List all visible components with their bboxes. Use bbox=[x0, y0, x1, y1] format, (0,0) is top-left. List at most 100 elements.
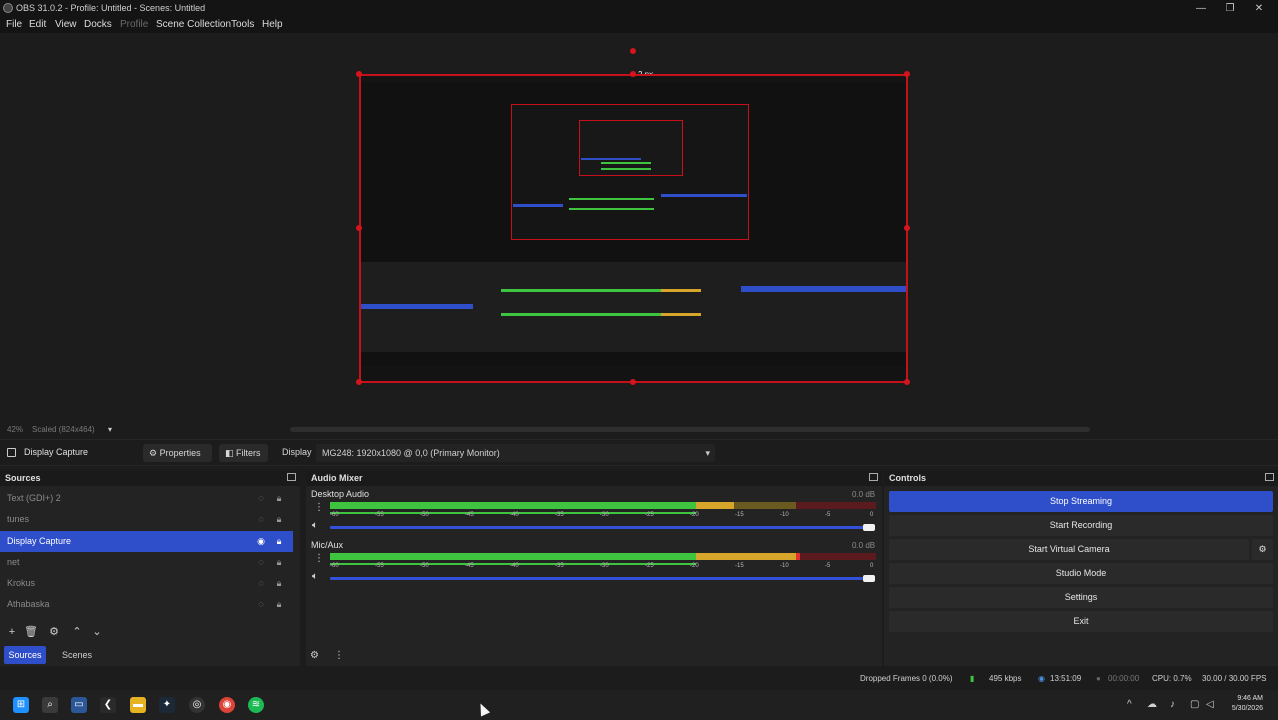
studio-mode-button[interactable]: Studio Mode bbox=[889, 563, 1273, 584]
meter-scale-tick: -20 bbox=[690, 563, 699, 569]
speaker-icon[interactable]: 🔈︎ bbox=[312, 520, 318, 531]
resize-handle-tr[interactable] bbox=[904, 71, 910, 77]
lock-icon[interactable]: 🔒︎ bbox=[274, 599, 284, 609]
popout-icon[interactable] bbox=[287, 473, 296, 481]
menu-profile[interactable]: Profile bbox=[120, 19, 148, 30]
mic-aux-volume-knob[interactable] bbox=[863, 575, 875, 582]
exit-button[interactable]: Exit bbox=[889, 611, 1273, 632]
trash-icon[interactable]: 🗑︎ bbox=[24, 625, 38, 639]
gear-icon[interactable]: ⚙ bbox=[47, 625, 61, 639]
start-virtual-camera-button[interactable]: Start Virtual Camera bbox=[889, 539, 1249, 560]
lock-icon[interactable]: 🔒︎ bbox=[274, 536, 284, 546]
lock-icon[interactable]: 🔒︎ bbox=[274, 493, 284, 503]
meter-scale-tick: -25 bbox=[645, 563, 654, 569]
move-up-icon[interactable]: ⌃ bbox=[70, 625, 84, 639]
tab-sources[interactable]: Sources bbox=[4, 646, 46, 664]
gear-icon[interactable]: ⚙ bbox=[310, 650, 319, 661]
steam-icon[interactable]: ✦ bbox=[159, 697, 175, 713]
meter-scale-tick: -55 bbox=[375, 563, 384, 569]
menu-edit[interactable]: Edit bbox=[29, 19, 46, 30]
stop-streaming-button[interactable]: Stop Streaming bbox=[889, 491, 1273, 512]
properties-button[interactable]: ⚙ Properties bbox=[143, 444, 212, 462]
kebab-menu-icon[interactable]: ⋮ bbox=[314, 502, 324, 513]
volume-icon[interactable]: ◁ bbox=[1206, 699, 1214, 710]
sources-title: Sources bbox=[5, 473, 41, 483]
meter-scale-tick: -15 bbox=[735, 563, 744, 569]
scale-label: Scaled (824x464) bbox=[32, 425, 95, 434]
search-icon[interactable]: ⌕ bbox=[42, 697, 58, 713]
menu-scene-collection[interactable]: Scene Collection bbox=[156, 19, 231, 30]
eye-hidden-icon[interactable]: ◌ bbox=[256, 514, 266, 524]
clock-date: 5/30/2026 bbox=[1231, 705, 1263, 712]
app-icon[interactable]: ❮ bbox=[100, 697, 116, 713]
resize-handle-l[interactable] bbox=[356, 225, 362, 231]
resize-handle-bl[interactable] bbox=[356, 379, 362, 385]
meter-scale-tick: -50 bbox=[420, 512, 429, 518]
source-item-krokus[interactable]: Krokus ◌ 🔒︎ bbox=[0, 573, 293, 594]
meter-scale-tick: -10 bbox=[780, 563, 789, 569]
eye-hidden-icon[interactable]: ◌ bbox=[256, 578, 266, 588]
source-item-tunes[interactable]: tunes ◌ 🔒︎ bbox=[0, 509, 293, 530]
resize-handle-r[interactable] bbox=[904, 225, 910, 231]
menu-view[interactable]: View bbox=[55, 19, 77, 30]
popout-icon[interactable] bbox=[869, 473, 878, 481]
display-select[interactable]: MG248: 1920x1080 @ 0,0 (Primary Monitor)… bbox=[316, 444, 715, 462]
desktop-audio-volume-slider[interactable] bbox=[330, 526, 870, 529]
source-item-text-gdi[interactable]: Text (GDI+) 2 ◌ 🔒︎ bbox=[0, 488, 293, 509]
meter-scale-tick: -35 bbox=[555, 512, 564, 518]
lock-icon[interactable]: 🔒︎ bbox=[274, 557, 284, 567]
task-view-icon[interactable]: ▭ bbox=[71, 697, 87, 713]
start-recording-button[interactable]: Start Recording bbox=[889, 515, 1273, 536]
clock[interactable]: 9:46 AM 5/30/2026 bbox=[1232, 694, 1263, 714]
eye-icon[interactable]: ◉ bbox=[256, 536, 266, 546]
obs-icon[interactable]: ◎ bbox=[189, 697, 205, 713]
preview-canvas[interactable] bbox=[359, 74, 908, 383]
menu-file[interactable]: File bbox=[6, 19, 22, 30]
lock-icon[interactable]: 🔒︎ bbox=[274, 578, 284, 588]
source-item-athabaska[interactable]: Athabaska ◌ 🔒︎ bbox=[0, 594, 293, 615]
maximize-button[interactable]: ❐ bbox=[1217, 1, 1243, 16]
popout-icon[interactable] bbox=[1265, 473, 1274, 481]
desktop-audio-volume-knob[interactable] bbox=[863, 524, 875, 531]
virtual-camera-settings-button[interactable]: ⚙ bbox=[1252, 539, 1273, 560]
channel-name: Mic/Aux bbox=[311, 540, 344, 550]
filters-button[interactable]: ◧ Filters bbox=[219, 444, 268, 462]
move-down-icon[interactable]: ⌄ bbox=[90, 625, 104, 639]
resize-handle-tl[interactable] bbox=[356, 71, 362, 77]
eye-hidden-icon[interactable]: ◌ bbox=[256, 557, 266, 567]
zoom-dropdown-icon[interactable]: ▾ bbox=[108, 425, 112, 434]
eye-hidden-icon[interactable]: ◌ bbox=[256, 493, 266, 503]
meter-scale-tick: -10 bbox=[780, 512, 789, 518]
minimize-button[interactable]: — bbox=[1188, 1, 1214, 16]
settings-button[interactable]: Settings bbox=[889, 587, 1273, 608]
network-icon[interactable]: ▢ bbox=[1190, 699, 1199, 710]
menu-tools[interactable]: Tools bbox=[231, 19, 254, 30]
tray-app-icon[interactable]: ☁ bbox=[1147, 699, 1157, 710]
resize-handle-br[interactable] bbox=[904, 379, 910, 385]
tab-scenes[interactable]: Scenes bbox=[56, 646, 98, 664]
eye-hidden-icon[interactable]: ◌ bbox=[256, 599, 266, 609]
source-item-display-capture[interactable]: Display Capture ◉ 🔒︎ bbox=[0, 531, 293, 552]
meter-scale-tick: -30 bbox=[600, 563, 609, 569]
menu-help[interactable]: Help bbox=[262, 19, 283, 30]
resize-handle-b[interactable] bbox=[630, 379, 636, 385]
mic-aux-volume-slider[interactable] bbox=[330, 577, 870, 580]
file-explorer-icon[interactable]: ▬ bbox=[130, 697, 146, 713]
mic-icon[interactable]: ♪ bbox=[1170, 699, 1175, 710]
lock-icon[interactable]: 🔒︎ bbox=[274, 514, 284, 524]
speaker-icon[interactable]: 🔈︎ bbox=[312, 571, 318, 582]
spotify-icon[interactable]: ≋ bbox=[248, 697, 264, 713]
resize-handle-t[interactable] bbox=[630, 71, 636, 77]
chrome-icon[interactable]: ◉ bbox=[219, 697, 235, 713]
source-item-net[interactable]: net ◌ 🔒︎ bbox=[0, 552, 293, 573]
controls-dock-title: Controls bbox=[884, 470, 1278, 486]
meter-scale-tick: -5 bbox=[825, 563, 831, 569]
kebab-menu-icon[interactable]: ⋮ bbox=[334, 650, 344, 661]
windows-start-icon[interactable]: ⊞ bbox=[13, 697, 29, 713]
rotation-handle[interactable] bbox=[630, 48, 636, 54]
menu-docks[interactable]: Docks bbox=[84, 19, 112, 30]
chevron-up-icon[interactable]: ^ bbox=[1127, 699, 1132, 710]
add-source-icon[interactable]: + bbox=[5, 625, 19, 639]
close-button[interactable]: ✕ bbox=[1246, 1, 1272, 16]
kebab-menu-icon[interactable]: ⋮ bbox=[314, 553, 324, 564]
